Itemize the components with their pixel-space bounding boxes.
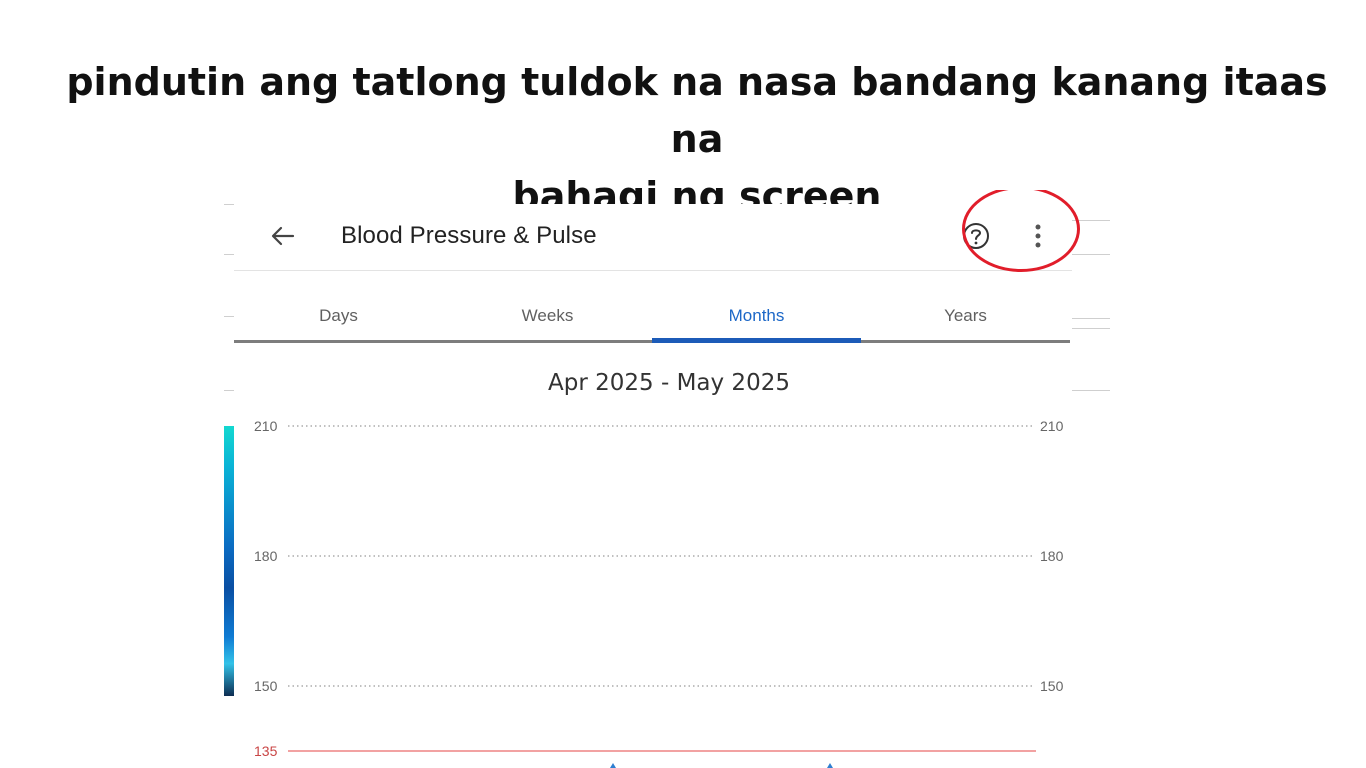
y-tick-right-210: 210 (1040, 418, 1064, 434)
y-tick-right-180: 180 (1040, 548, 1064, 564)
y-tick-right-150: 150 (1040, 678, 1064, 694)
data-point-marker (610, 763, 616, 768)
threshold-label-135: 135 (254, 743, 278, 759)
app-screenshot: Blood Pressure & Pulse Days Weeks Months… (224, 190, 1114, 768)
data-point-marker (827, 763, 833, 768)
y-tick-left-150: 150 (254, 678, 278, 694)
bp-chart: 210 180 150 135 210 180 150 (254, 418, 1064, 768)
grid-lines (288, 425, 1034, 687)
instruction-line-1: pindutin ang tatlong tuldok na nasa band… (66, 60, 1328, 161)
y-tick-left-180: 180 (254, 548, 278, 564)
y-tick-left-210: 210 (254, 418, 278, 434)
